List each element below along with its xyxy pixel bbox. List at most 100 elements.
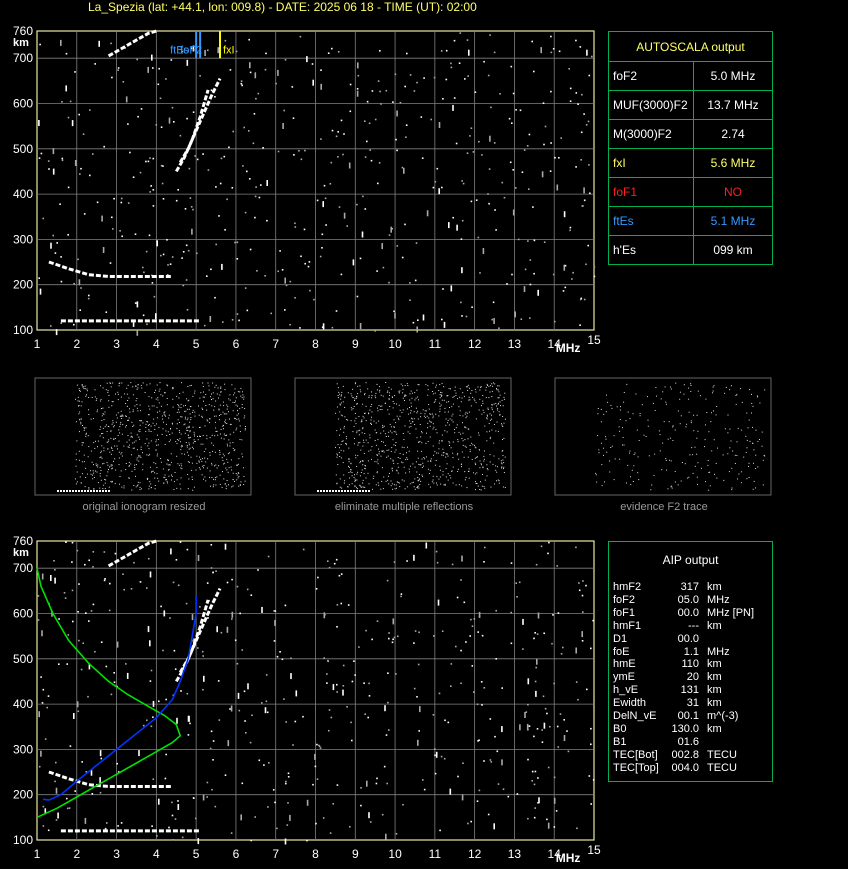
noise-dot (171, 801, 173, 804)
noise-dot (82, 642, 84, 644)
noise-dot (536, 728, 539, 730)
noise-dot (481, 634, 484, 637)
noise-dot (290, 657, 292, 660)
aip-value: 05.0 (677, 593, 699, 606)
noise-dot (314, 753, 316, 760)
noise-dot (493, 823, 495, 830)
noise-dot (187, 734, 190, 736)
noise-dot (142, 724, 145, 727)
noise-dot (501, 726, 503, 733)
noise-dot (400, 593, 403, 595)
noise-dot (483, 687, 486, 689)
noise-dot (386, 579, 389, 582)
noise-dot (202, 655, 204, 657)
noise-dot (292, 744, 294, 746)
noise-dot (210, 567, 213, 569)
aip-unit: km (707, 722, 722, 735)
noise-dot (451, 563, 454, 566)
noise-dot (69, 745, 72, 747)
noise-dot (214, 805, 217, 808)
noise-dot (336, 626, 338, 628)
noise-dot (238, 709, 241, 712)
noise-dot (351, 680, 354, 683)
noise-dot (460, 682, 462, 685)
noise-dot (575, 681, 578, 683)
noise-dot (286, 824, 289, 826)
noise-dot (519, 724, 521, 731)
noise-dot (315, 588, 318, 590)
noise-dot (326, 673, 328, 675)
noise-dot (383, 765, 386, 768)
noise-dot (478, 739, 480, 741)
autoscala-label: fxI (608, 148, 694, 178)
noise-dot (315, 822, 317, 825)
noise-dot (476, 703, 479, 706)
noise-dot (546, 818, 548, 821)
noise-dot (44, 738, 47, 740)
noise-dot (392, 638, 394, 641)
noise-dot (224, 543, 227, 550)
noise-dot (543, 632, 545, 635)
noise-dot (212, 571, 214, 574)
noise-dot (510, 611, 512, 614)
x-tick-label: 2 (73, 847, 80, 861)
noise-dot (531, 770, 534, 773)
noise-dot (199, 606, 201, 608)
noise-dot (323, 657, 325, 659)
noise-dot (327, 560, 329, 562)
noise-dot (582, 580, 584, 582)
aip-unit: km (707, 697, 722, 710)
aip-label: hmE (613, 658, 636, 671)
noise-dot (330, 716, 333, 719)
noise-dot (41, 630, 43, 637)
noise-dot (354, 674, 356, 676)
noise-dot (385, 734, 388, 736)
noise-dot (460, 579, 462, 581)
noise-dot (92, 566, 94, 568)
noise-dot (243, 690, 246, 693)
noise-dot (125, 663, 127, 665)
noise-dot (323, 612, 326, 619)
noise-dot (231, 578, 233, 581)
noise-dot (563, 719, 565, 721)
noise-dot (346, 706, 348, 708)
noise-dot (567, 750, 570, 753)
noise-dot (536, 633, 539, 635)
noise-dot (385, 833, 387, 840)
noise-dot (76, 701, 79, 708)
aip-value: 131 (680, 684, 699, 697)
noise-dot (227, 740, 230, 747)
noise-dot (467, 822, 469, 825)
noise-dot (42, 825, 45, 827)
noise-dot (245, 732, 247, 734)
noise-dot (402, 803, 404, 806)
noise-dot (189, 722, 191, 725)
noise-dot (592, 619, 594, 622)
noise-dot (322, 817, 325, 819)
noise-dot (371, 638, 373, 641)
noise-dot (206, 796, 208, 798)
noise-dot (283, 698, 285, 700)
noise-dot (202, 688, 204, 691)
noise-dot (553, 682, 555, 685)
aip-label: TEC[Bot] (613, 748, 658, 761)
noise-dot (250, 594, 253, 596)
aip-row: DelN_vE 00.1 m^(-3) (613, 710, 767, 723)
autoscala-row: fxI 5.6 MHz (608, 148, 773, 178)
noise-dot (162, 649, 164, 652)
noise-dot (507, 795, 510, 798)
noise-dot (456, 596, 459, 599)
noise-dot (185, 602, 188, 605)
x-tick-label: 13 (508, 847, 522, 861)
autoscala-value: NO (693, 177, 773, 207)
noise-dot (473, 618, 476, 620)
noise-dot (434, 754, 436, 757)
noise-dot (537, 612, 540, 619)
x-tick-label: 8 (312, 847, 319, 861)
noise-dot (542, 695, 545, 698)
noise-dot (547, 822, 550, 829)
noise-dot (66, 663, 68, 665)
noise-dot (328, 729, 330, 732)
noise-dot (533, 783, 536, 786)
noise-dot (353, 660, 355, 662)
